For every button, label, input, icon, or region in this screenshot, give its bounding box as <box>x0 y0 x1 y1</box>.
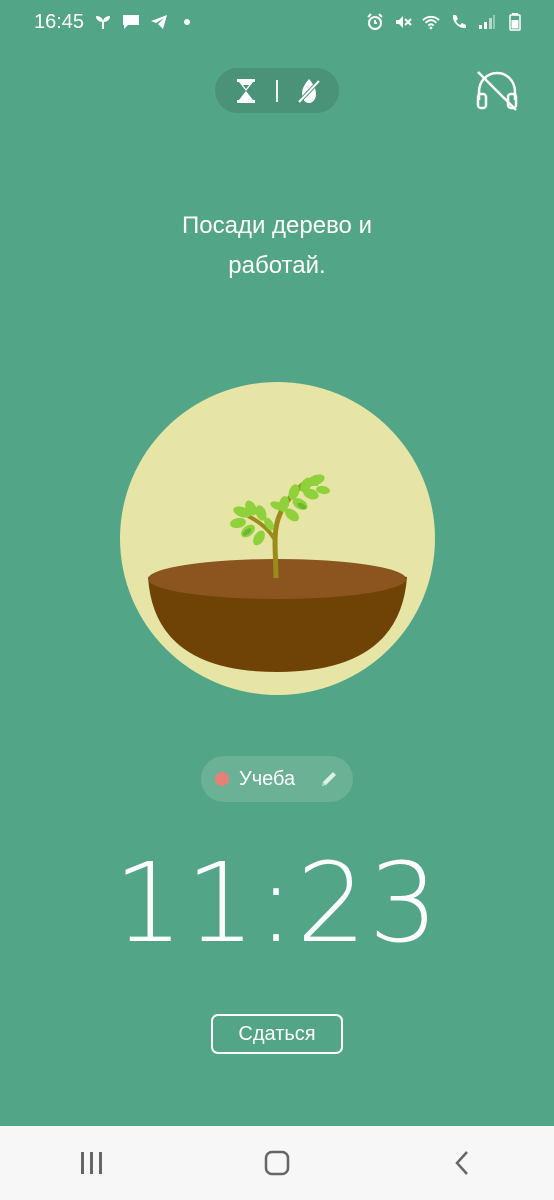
tree-illustration[interactable] <box>120 382 435 695</box>
alarm-icon <box>366 13 384 31</box>
status-right <box>366 13 524 31</box>
wifi-icon <box>422 13 440 31</box>
tag-label: Учеба <box>239 767 296 790</box>
tag-color-dot <box>215 772 229 786</box>
status-bar: 16:45 <box>0 0 554 44</box>
timer-off-icon[interactable] <box>293 75 325 107</box>
prompt-line-1: Посади дерево и <box>182 212 372 239</box>
tag-selector[interactable]: Учеба <box>201 756 353 802</box>
navigation-bar <box>0 1126 554 1200</box>
message-icon <box>122 13 140 31</box>
recent-apps-icon[interactable] <box>62 1133 122 1193</box>
give-up-button[interactable]: Сдаться <box>211 1014 343 1054</box>
sprout-icon <box>94 13 112 31</box>
mode-toggle <box>215 68 339 113</box>
call-icon <box>450 13 468 31</box>
dot-icon <box>178 13 196 31</box>
pencil-icon[interactable] <box>319 769 339 789</box>
prompt-text: Посади дерево и работай. <box>127 206 427 286</box>
status-left: 16:45 <box>34 11 196 34</box>
timer-display: 11:23 <box>113 839 441 967</box>
battery-icon <box>506 13 524 31</box>
mute-icon <box>394 13 412 31</box>
mode-divider <box>276 79 278 102</box>
status-time: 16:45 <box>34 10 85 33</box>
home-icon[interactable] <box>247 1133 307 1193</box>
prompt-line-2: работай. <box>228 252 326 279</box>
back-icon[interactable] <box>432 1133 492 1193</box>
signal-icon <box>478 13 496 31</box>
headphones-off-icon[interactable] <box>474 68 520 114</box>
hourglass-icon[interactable] <box>230 75 262 107</box>
telegram-icon <box>150 13 168 31</box>
